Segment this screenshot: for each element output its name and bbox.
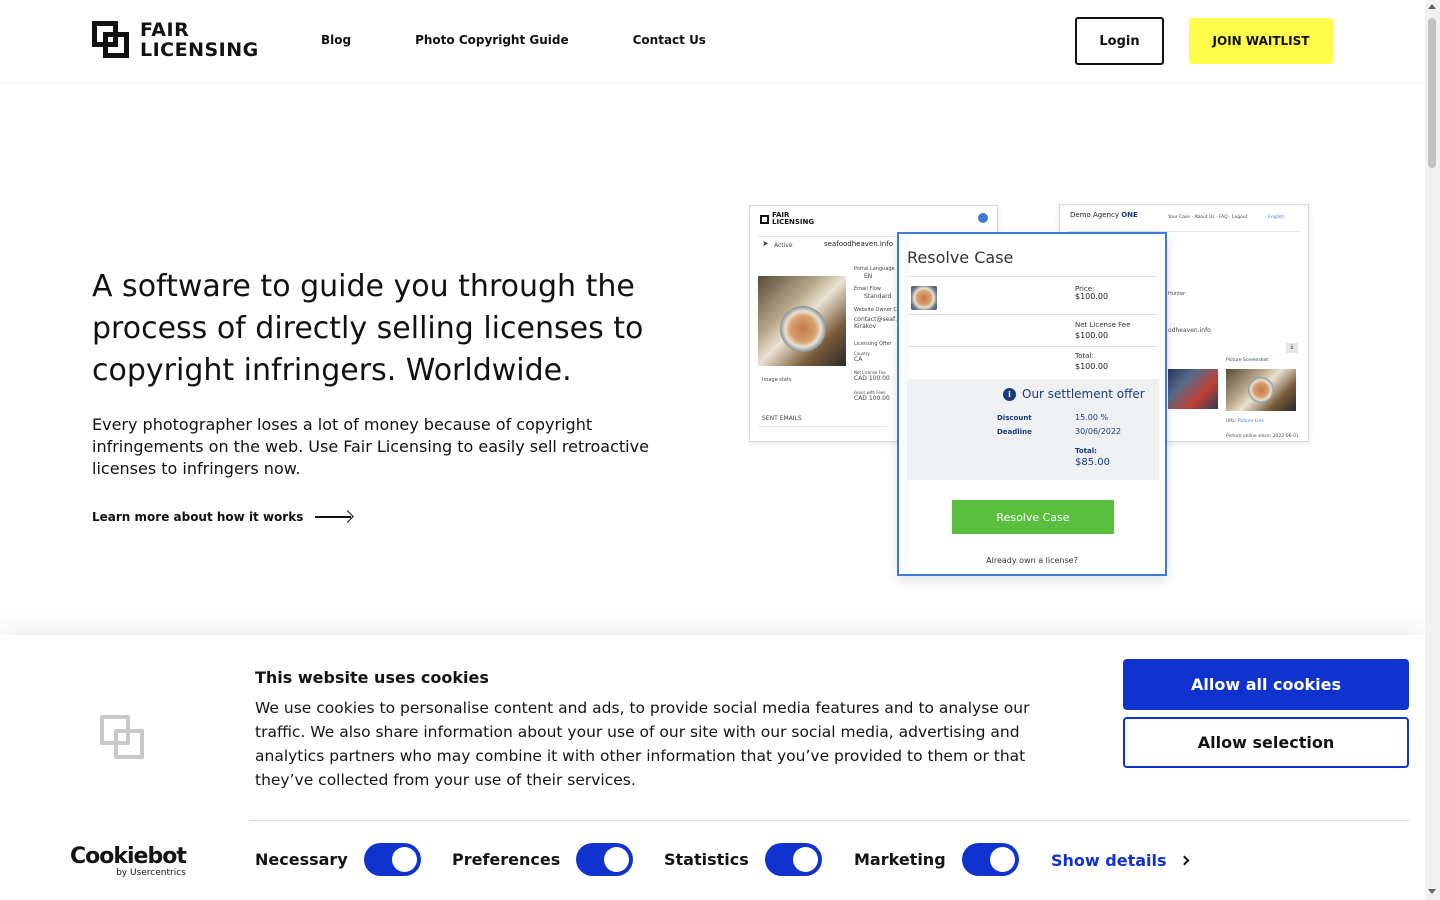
settlement-total-value: $85.00 [1075,457,1110,468]
screenshot-label: Picture Screenshot [1226,358,1269,363]
site-logo[interactable]: FAIR LICENSING [92,20,259,60]
scroll-down-arrow-icon[interactable] [1428,889,1436,894]
send-icon: ➤ [762,239,769,248]
total-value: $100.00 [1075,362,1109,371]
show-details-link[interactable]: Show details [1051,851,1189,870]
chevron-right-icon [1179,855,1189,866]
email-flow-label: Email Flow [854,286,881,292]
discount-label: Discount [997,414,1032,422]
allow-selection-button[interactable]: Allow selection [1123,717,1409,768]
gross-fee-value: CAD 100.00 [854,395,890,402]
cookie-title: This website uses cookies [255,668,489,687]
logo-text-line2: LICENSING [140,39,259,61]
price-value: $100.00 [1075,292,1109,301]
case-status: Active [774,242,793,249]
cookiebot-name: Cookiebot [70,844,187,869]
resolve-case-button: Resolve Case [952,500,1114,534]
toggle-preferences: Preferences [452,843,634,876]
nav-contact-us[interactable]: Contact Us [633,33,706,47]
domain-partial: odheaven.info [1168,327,1211,334]
licensing-offer-label: Licensing Offer [854,341,892,347]
agency-brand-prefix: Demo Agency [1070,211,1119,219]
user-avatar-icon [978,213,988,223]
toggle-necessary-switch[interactable] [363,843,421,876]
cookie-description: We use cookies to personalise content an… [255,699,1030,789]
toggle-marketing: Marketing [854,843,1019,876]
hero-description: Every photographer loses a lot of money … [92,415,649,478]
nav-photo-copyright-guide[interactable]: Photo Copyright Guide [415,33,569,47]
agency-language: English [1268,215,1285,220]
portal-language-label: Portal Language [854,266,895,272]
scroll-up-arrow-icon[interactable] [1428,4,1436,9]
agency-brand: Demo Agency ONE [1070,211,1138,219]
photo-plate [780,306,826,352]
join-waitlist-button[interactable]: JOIN WAITLIST [1189,18,1333,64]
sent-emails-label: SENT EMAILS [762,415,802,422]
toggle-statistics-label: Statistics [664,850,749,869]
already-own-license-link: Already own a license? [986,556,1078,565]
learn-more-link[interactable]: Learn more about how it works [92,510,352,524]
toggle-necessary: Necessary [255,843,421,876]
toggle-preferences-label: Preferences [452,850,561,869]
owner-email: contact@seaf… [854,316,902,323]
arrow-right-icon [315,516,352,518]
scrollbar-thumb[interactable] [1428,18,1436,168]
toggle-necessary-label: Necessary [255,850,348,869]
cookiebot-by: by Usercentrics [116,868,186,878]
owner-name: Kirakov [854,323,877,330]
screenshot-plate [1248,377,1274,403]
net-license-fee-label: Net License Fee [1075,321,1131,329]
toggle-statistics: Statistics [664,843,822,876]
deadline-value: 30/06/2022 [1075,427,1122,436]
agency-nav: Your Case · About Us · FAQ · Logout [1168,215,1248,220]
page-scrollbar[interactable] [1425,0,1440,900]
resolve-case-title: Resolve Case [907,248,1014,267]
screenshot-thumb-1 [1168,369,1218,409]
learn-more-label: Learn more about how it works [92,510,304,524]
settlement-offer-box: i Our settlement offer Discount 15.00 % … [907,379,1159,480]
logo-squares-icon [760,214,769,224]
mini-logo-line2: LICENSING [772,218,815,226]
login-button[interactable]: Login [1075,17,1164,65]
net-license-fee-value: $100.00 [1075,331,1109,340]
deadline-label: Deadline [997,428,1032,436]
url-label-text: URL: [1226,419,1237,424]
mini-logo: FAIR LICENSING [760,212,814,226]
download-icon: ⤓ [1286,343,1298,353]
cookiebot-logo[interactable]: Cookiebot by Usercentrics [70,844,187,879]
site-logo-faded-icon [100,715,146,761]
net-fee-value: CAD 100.00 [854,375,890,382]
site-header: FAIR LICENSING Blog Photo Copyright Guid… [0,0,1425,82]
allow-all-cookies-button[interactable]: Allow all cookies [1123,659,1409,710]
toggle-marketing-switch[interactable] [961,843,1019,876]
case-thumbnail [911,286,937,310]
nav-blog[interactable]: Blog [321,33,351,47]
info-icon: i [1003,387,1016,401]
main-nav: Blog Photo Copyright Guide Contact Us [321,33,770,47]
cookie-consent-banner: This website uses cookies We use cookies… [0,635,1425,900]
image-stats-label: Image stats [762,377,792,383]
total-label: Total: [1075,352,1094,360]
toggle-preferences-switch[interactable] [576,843,634,876]
show-details-label: Show details [1051,851,1167,870]
url-label: URL: Picture Link [1226,419,1264,424]
agency-brand-suffix: ONE [1121,211,1138,219]
toggle-statistics-switch[interactable] [764,843,822,876]
case-domain: seafoodheaven.info [824,240,893,248]
email-flow-value: Standard [864,293,892,300]
mockup-resolve-case: Resolve Case Price: $100.00 Net License … [897,232,1167,576]
settlement-total-label: Total: [1075,447,1097,455]
online-since: Picture online since: 2022-06-01 [1226,434,1299,439]
country-value: CA [854,356,863,363]
logo-squares-icon [92,21,130,59]
toggle-marketing-label: Marketing [854,850,946,869]
hero-title: A software to guide you through the proc… [92,269,644,388]
url-link: Picture Link [1237,419,1265,424]
settlement-title: Our settlement offer [1022,387,1145,401]
discount-value: 15.00 % [1075,413,1109,422]
creator-partial: Hunter [1168,291,1186,297]
portal-language-value: EN [864,273,873,280]
cookie-divider [249,820,1409,821]
logo-text-line1: FAIR [140,19,190,41]
